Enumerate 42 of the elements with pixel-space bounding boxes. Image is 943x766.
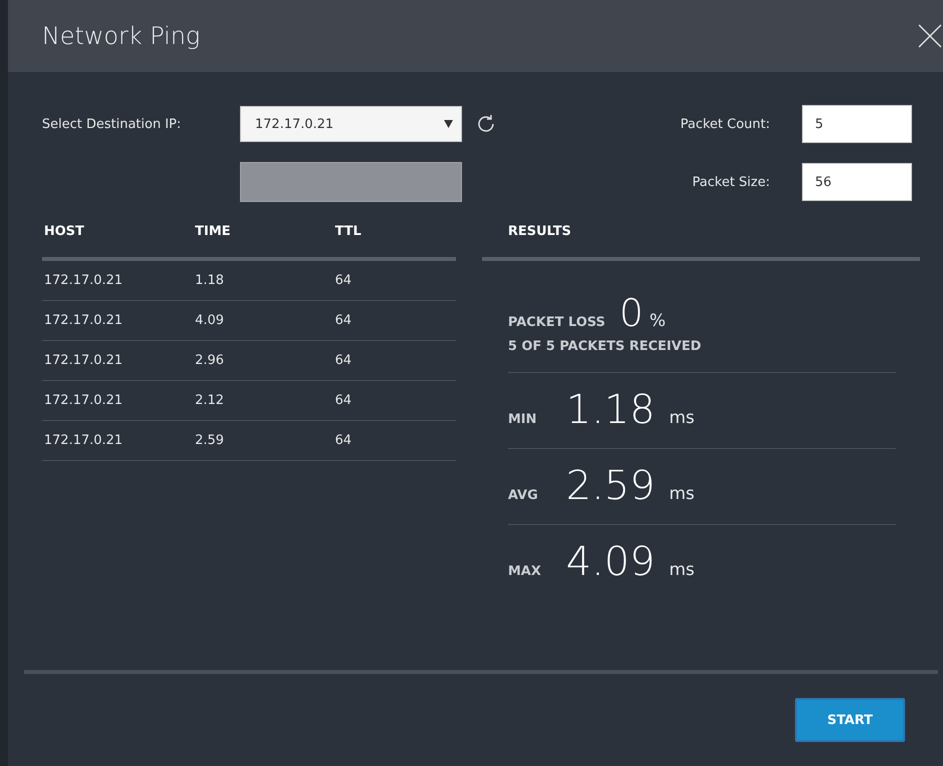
packet-count-label: Packet Count: xyxy=(680,116,770,132)
packet-count-field[interactable]: 5 xyxy=(802,105,912,143)
table-cell-text: 64 xyxy=(335,393,353,408)
table-cell-text: 64 xyxy=(335,353,353,368)
table-cell-text: 64 xyxy=(335,273,353,288)
table-cell-text: 2.96 xyxy=(195,353,225,368)
stat-label: AVG xyxy=(508,488,539,503)
dialog-title: Network Ping xyxy=(42,22,200,50)
column-header: HOST xyxy=(44,224,86,239)
packet-size-field[interactable]: 56 xyxy=(802,163,912,201)
table-cell-text: 64 xyxy=(335,433,353,448)
stat-value: 1.18 xyxy=(566,387,656,433)
packet-size-label: Packet Size: xyxy=(692,174,770,190)
stat-value: 2.59 xyxy=(566,463,656,509)
stat-label: MIN xyxy=(508,412,538,427)
results-heading: RESULTS xyxy=(508,224,572,239)
table-cell-text: 1.18 xyxy=(195,273,225,288)
unit-label: ms xyxy=(669,560,694,580)
table-cell-text: 2.12 xyxy=(195,393,225,408)
table-cell-text: 172.17.0.21 xyxy=(44,393,124,408)
table-cell-text: 4.09 xyxy=(195,313,225,328)
unit-label: % xyxy=(649,311,666,331)
packets-received-text: 5 OF 5 PACKETS RECEIVED xyxy=(508,335,896,373)
table-cell-text: 64 xyxy=(335,313,353,328)
destination-select[interactable]: 172.17.0.21 xyxy=(240,106,462,142)
destination-label: Select Destination IP: xyxy=(42,116,182,132)
table-cell-text: 172.17.0.21 xyxy=(44,313,124,328)
table-cell-text: 172.17.0.21 xyxy=(44,353,124,368)
caret-icon xyxy=(444,120,453,128)
start-button[interactable]: START xyxy=(795,698,905,742)
column-header: TTL xyxy=(335,224,362,239)
packet-loss-label: PACKET LOSS xyxy=(508,315,606,330)
table-cell-text: 172.17.0.21 xyxy=(44,433,124,448)
table-cell-text: 2.59 xyxy=(195,433,225,448)
column-header: TIME xyxy=(195,224,232,239)
close-button[interactable] xyxy=(917,23,943,49)
unit-label: ms xyxy=(669,484,694,504)
stat-label: MAX xyxy=(508,564,542,579)
stat-value: 4.09 xyxy=(566,539,656,585)
table-cell-text: 172.17.0.21 xyxy=(44,273,124,288)
unit-label: ms xyxy=(669,408,694,428)
packet-loss-value: 0 xyxy=(619,291,644,335)
